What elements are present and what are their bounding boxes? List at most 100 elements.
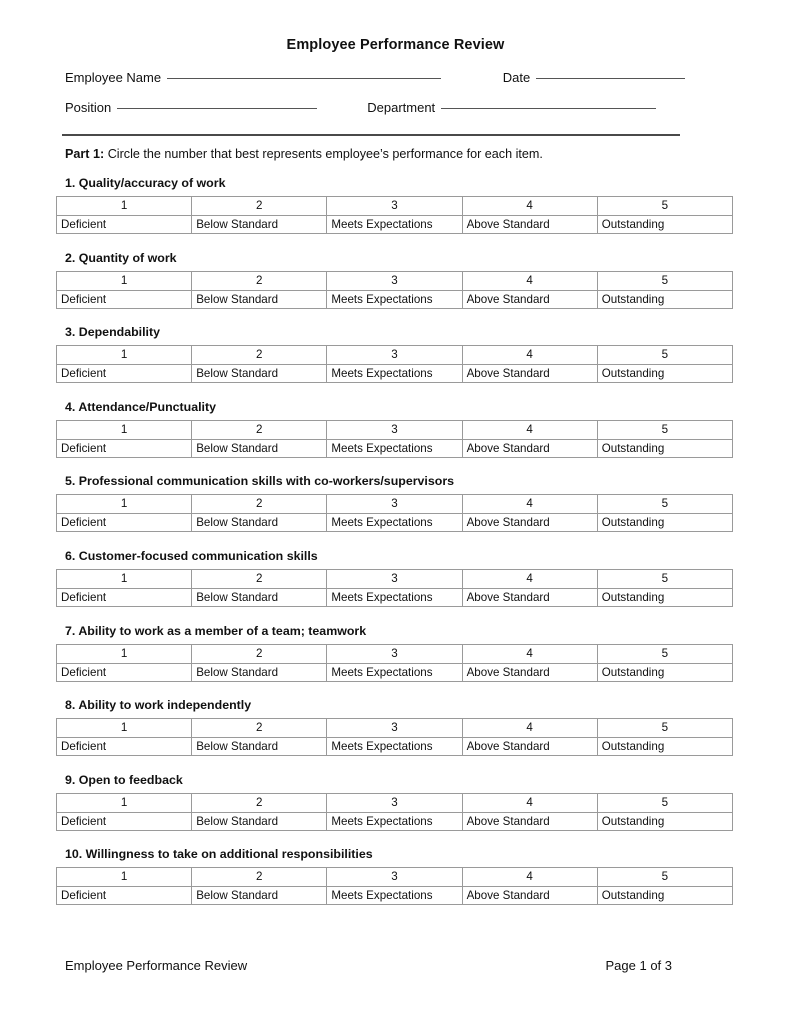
- position-field[interactable]: [117, 108, 318, 109]
- rating-label-cell: Deficient: [55, 289, 193, 309]
- rating-scale-table: 1 2 3 4 5 Deficient Below Standard Meets Expect…: [55, 792, 734, 831]
- rating-item: 1. Quality/accuracy of work 1 2 3 4 5 Deficien…: [0, 176, 791, 251]
- rating-label-cell: Meets Expectations: [326, 215, 463, 234]
- page-footer: Employee Performance Review Page 1 of 3: [65, 958, 672, 973]
- rating-item-heading: 6. Customer-focused communication skills: [65, 548, 318, 563]
- rating-score-cell[interactable]: 5: [596, 568, 734, 589]
- rating-score-cell[interactable]: 4: [461, 867, 598, 888]
- rating-score-cell[interactable]: 4: [461, 718, 598, 739]
- rating-score-cell[interactable]: 4: [461, 568, 598, 589]
- rating-label-cell: Above Standard: [461, 364, 598, 384]
- position-label: Position: [65, 100, 112, 115]
- rating-score-cell[interactable]: 1: [55, 568, 193, 589]
- rating-item-heading: 9. Open to feedback: [65, 772, 183, 787]
- rating-score-cell[interactable]: 2: [191, 643, 328, 664]
- rating-score-cell[interactable]: 2: [191, 419, 328, 440]
- rating-score-cell[interactable]: 2: [191, 494, 328, 515]
- rating-score-cell[interactable]: 2: [191, 345, 328, 366]
- rating-label-cell: Meets Expectations: [326, 737, 463, 757]
- rating-score-cell[interactable]: 1: [55, 270, 193, 291]
- department-field[interactable]: [441, 108, 657, 109]
- rating-score-cell[interactable]: 3: [326, 568, 463, 589]
- rating-scale-table: 1 2 3 4 5 Deficient Below Standard Meets Expect…: [55, 494, 734, 533]
- rating-label-cell: Deficient: [55, 438, 193, 458]
- rating-scale-table: 1 2 3 4 5 Deficient Below Standard Meets Expect…: [55, 345, 734, 384]
- rating-score-cell[interactable]: 2: [191, 792, 328, 813]
- rating-score-cell[interactable]: 3: [326, 643, 463, 664]
- rating-score-cell[interactable]: 4: [461, 643, 598, 664]
- rating-score-cell[interactable]: 2: [191, 196, 328, 216]
- table-row: Deficient Below Standard Meets Expectation…: [55, 364, 734, 384]
- rating-item: 10. Willingness to take on additional re…: [0, 847, 791, 922]
- rating-label-cell: Outstanding: [596, 737, 734, 757]
- rating-score-cell[interactable]: 4: [461, 419, 598, 440]
- rating-item-heading: 3. Dependability: [65, 325, 161, 340]
- rating-scale-table: 1 2 3 4 5 Deficient Below Standard Meets Expect…: [55, 270, 734, 309]
- rating-score-cell[interactable]: 1: [55, 643, 193, 664]
- rating-score-cell[interactable]: 1: [55, 792, 193, 813]
- rating-score-cell[interactable]: 3: [326, 345, 463, 366]
- rating-score-cell[interactable]: 3: [326, 270, 463, 291]
- footer-page-number: Page 1 of 3: [605, 958, 673, 973]
- rating-score-cell[interactable]: 2: [191, 568, 328, 589]
- rating-label-cell: Below Standard: [191, 587, 328, 607]
- rating-score-cell[interactable]: 1: [55, 419, 193, 440]
- rating-score-cell[interactable]: 3: [326, 718, 463, 739]
- rating-label-cell: Above Standard: [461, 513, 598, 533]
- rating-score-cell[interactable]: 3: [326, 867, 463, 888]
- rating-label-cell: Below Standard: [191, 215, 328, 234]
- rating-score-cell[interactable]: 4: [461, 792, 598, 813]
- rating-label-cell: Outstanding: [596, 587, 734, 607]
- rating-score-cell[interactable]: 4: [461, 196, 598, 216]
- rating-score-cell[interactable]: 5: [596, 792, 734, 813]
- rating-score-cell[interactable]: 5: [596, 419, 734, 440]
- rating-score-cell[interactable]: 5: [596, 270, 734, 291]
- date-field[interactable]: [536, 78, 685, 79]
- rating-score-cell[interactable]: 1: [55, 494, 193, 515]
- rating-score-cell[interactable]: 5: [596, 718, 734, 739]
- rating-item-heading: 5. Professional communication skills wit…: [65, 474, 455, 489]
- table-row: Deficient Below Standard Meets Expectation…: [55, 811, 734, 831]
- employee-name-field[interactable]: [167, 78, 441, 79]
- rating-score-cell[interactable]: 2: [191, 867, 328, 888]
- rating-score-cell[interactable]: 4: [461, 345, 598, 366]
- rating-label-cell: Deficient: [55, 364, 193, 384]
- rating-label-cell: Above Standard: [461, 737, 598, 757]
- rating-score-cell[interactable]: 5: [596, 494, 734, 515]
- rating-score-cell[interactable]: 3: [326, 196, 463, 216]
- rating-score-cell[interactable]: 3: [326, 792, 463, 813]
- page-title: Employee Performance Review: [286, 37, 505, 53]
- rating-label-cell: Below Standard: [191, 513, 328, 533]
- rating-label-cell: Below Standard: [191, 438, 328, 458]
- identity-row-name-date: Employee Name Date: [65, 70, 685, 100]
- rating-score-cell[interactable]: 5: [596, 867, 734, 888]
- part-1-label: Part 1:: [65, 147, 105, 161]
- rating-label-cell: Deficient: [55, 811, 193, 831]
- rating-score-cell[interactable]: 4: [461, 494, 598, 515]
- rating-scale-table: 1 2 3 4 5 Deficient Below Standard Meets Expect…: [55, 419, 734, 458]
- rating-item: 2. Quantity of work 1 2 3 4 5 Deficient Below S…: [0, 251, 791, 326]
- rating-score-cell[interactable]: 2: [191, 270, 328, 291]
- rating-score-cell[interactable]: 3: [326, 419, 463, 440]
- rating-item: 3. Dependability 1 2 3 4 5 Deficient Below Stan…: [0, 325, 791, 400]
- rating-score-cell[interactable]: 1: [55, 718, 193, 739]
- rating-score-cell[interactable]: 4: [461, 270, 598, 291]
- table-row: 12345: [55, 494, 734, 515]
- rating-score-cell[interactable]: 5: [596, 643, 734, 664]
- rating-score-cell[interactable]: 1: [55, 867, 193, 888]
- table-row: Deficient Below Standard Meets Expectation…: [55, 587, 734, 607]
- rating-score-cell[interactable]: 2: [191, 718, 328, 739]
- rating-label-cell: Above Standard: [461, 886, 598, 906]
- rating-label-cell: Outstanding: [596, 811, 734, 831]
- rating-score-cell[interactable]: 1: [55, 345, 193, 366]
- table-row: Deficient Below Standard Meets Expectation…: [55, 662, 734, 682]
- rating-item: 5. Professional communication skills wit…: [0, 474, 791, 549]
- rating-scale-table: 1 2 3 4 5 Deficient Below Standard Meets Expect…: [55, 568, 734, 607]
- rating-score-cell[interactable]: 5: [596, 345, 734, 366]
- rating-score-cell[interactable]: 5: [596, 196, 734, 216]
- rating-label-cell: Outstanding: [596, 662, 734, 682]
- rating-score-cell[interactable]: 3: [326, 494, 463, 515]
- table-row: 12345: [55, 867, 734, 888]
- rating-score-cell[interactable]: 1: [55, 196, 193, 216]
- rating-label-cell: Above Standard: [461, 289, 598, 309]
